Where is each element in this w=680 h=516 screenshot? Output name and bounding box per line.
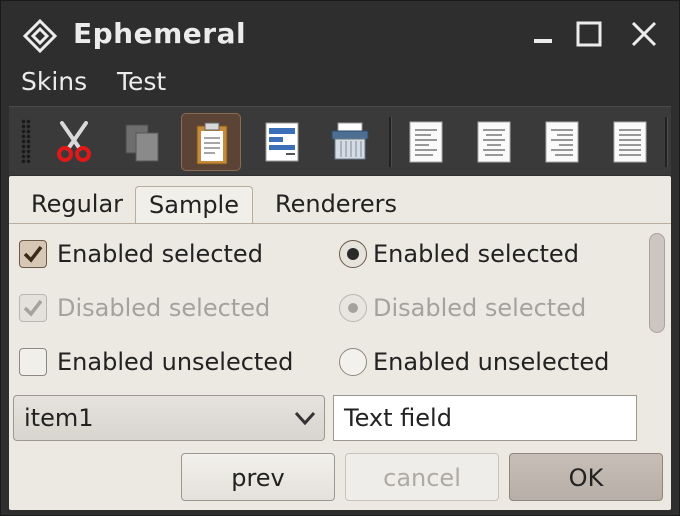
tab-bar: Regular Sample Renderers <box>9 176 671 224</box>
content-panel: Regular Sample Renderers Enabled selecte… <box>9 176 671 510</box>
radio-disabled-icon <box>339 294 367 322</box>
checkbox-label: Disabled selected <box>57 294 271 322</box>
radio-label: Enabled unselected <box>373 348 610 376</box>
copy-button[interactable] <box>113 113 173 171</box>
radio-selected-icon[interactable] <box>339 240 367 268</box>
checkbox-label: Enabled selected <box>57 240 263 268</box>
checkbox-disabled-icon <box>19 294 47 322</box>
align-left-icon <box>409 121 443 163</box>
item-combo-box[interactable]: item1 <box>13 395 325 441</box>
tab-renderers[interactable]: Renderers <box>275 186 397 224</box>
close-icon[interactable] <box>627 17 661 51</box>
text-field-value: Text field <box>344 404 452 432</box>
minimize-icon[interactable] <box>527 17 561 51</box>
align-right-icon <box>545 121 579 163</box>
scissors-icon <box>57 121 91 162</box>
menu-bar: Skins Test <box>1 63 679 103</box>
radio-label: Enabled selected <box>373 240 579 268</box>
cut-button[interactable] <box>43 113 103 171</box>
document-icon <box>265 122 299 162</box>
toolbar-separator <box>389 117 392 167</box>
app-window: Ephemeral Skins Test Regular Sample Rend… <box>0 0 680 516</box>
tab-regular[interactable]: Regular <box>31 186 123 224</box>
copy-icon <box>125 124 159 162</box>
tab-sample[interactable]: Sample <box>135 186 253 224</box>
title-bar[interactable]: Ephemeral <box>1 1 679 63</box>
toolbar <box>9 106 671 175</box>
radio-label: Disabled selected <box>373 294 587 322</box>
shredder-icon <box>331 122 369 160</box>
text-field[interactable]: Text field <box>333 395 637 441</box>
toolbar-grip-handle[interactable] <box>21 119 31 163</box>
justify-icon <box>613 121 647 163</box>
toolbar-separator <box>665 117 668 167</box>
menu-skins[interactable]: Skins <box>21 67 87 96</box>
checkbox-label: Enabled unselected <box>57 348 294 376</box>
align-left-button[interactable] <box>395 113 455 171</box>
scroll-thumb[interactable] <box>649 233 665 333</box>
prev-button[interactable]: prev <box>181 453 335 501</box>
align-right-button[interactable] <box>531 113 591 171</box>
clipboard-icon <box>196 122 228 165</box>
shred-button[interactable] <box>319 113 379 171</box>
menu-test[interactable]: Test <box>117 67 166 96</box>
document-button[interactable] <box>251 113 311 171</box>
radio-unselected-icon[interactable] <box>339 348 367 376</box>
maximize-icon[interactable] <box>572 17 606 51</box>
combo-value: item1 <box>24 404 94 432</box>
checkbox-unchecked-icon[interactable] <box>19 348 47 376</box>
ok-button[interactable]: OK <box>509 453 663 501</box>
app-diamond-icon <box>22 18 58 54</box>
cancel-button: cancel <box>345 453 499 501</box>
align-center-button[interactable] <box>463 113 523 171</box>
justify-button[interactable] <box>599 113 659 171</box>
window-title: Ephemeral <box>73 17 247 50</box>
chevron-down-icon[interactable] <box>294 408 316 432</box>
tab-divider <box>9 223 671 224</box>
checkbox-checked-icon[interactable] <box>19 240 47 268</box>
vertical-scrollbar[interactable] <box>647 231 667 443</box>
align-center-icon <box>477 121 511 163</box>
paste-button[interactable] <box>181 113 241 171</box>
